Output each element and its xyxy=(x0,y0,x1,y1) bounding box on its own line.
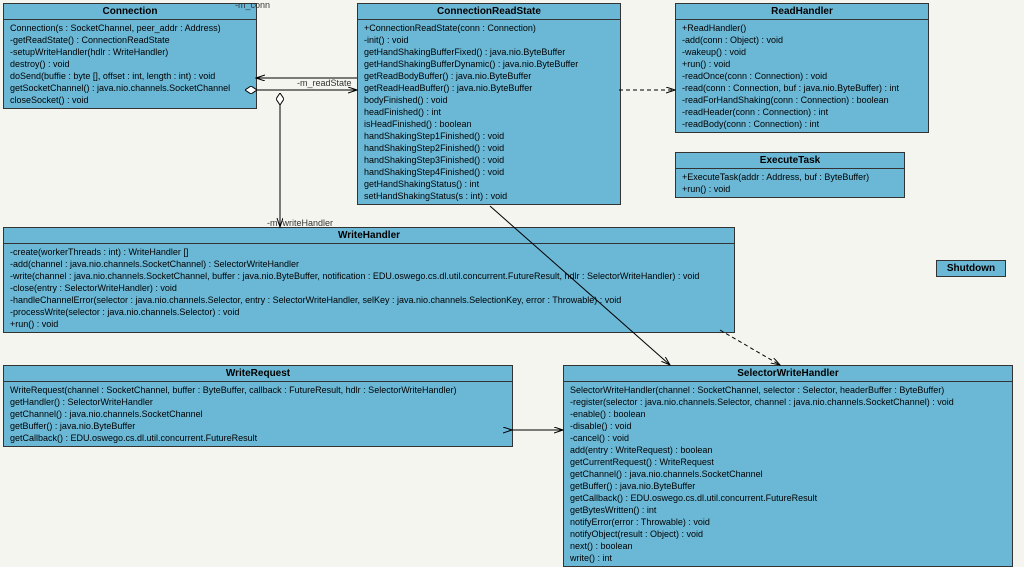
method: -readBody(conn : Connection) : int xyxy=(682,118,922,130)
method: SelectorWriteHandler(channel : SocketCha… xyxy=(570,384,1006,396)
class-body: +ExecuteTask(addr : Address, buf : ByteB… xyxy=(676,169,904,197)
method: -close(entry : SelectorWriteHandler) : v… xyxy=(10,282,728,294)
method: next() : boolean xyxy=(570,540,1006,552)
method: +ExecuteTask(addr : Address, buf : ByteB… xyxy=(682,171,898,183)
class-body: Connection(s : SocketChannel, peer_addr … xyxy=(4,20,256,108)
method: headFinished() : int xyxy=(364,106,614,118)
method: isHeadFinished() : boolean xyxy=(364,118,614,130)
method: add(entry : WriteRequest) : boolean xyxy=(570,444,1006,456)
method: +ConnectionReadState(conn : Connection) xyxy=(364,22,614,34)
class-body: -create(workerThreads : int) : WriteHand… xyxy=(4,244,734,332)
method: -setupWriteHandler(hdlr : WriteHandler) xyxy=(10,46,250,58)
method: -readForHandShaking(conn : Connection) :… xyxy=(682,94,922,106)
method: getCallback() : EDU.oswego.cs.dl.util.co… xyxy=(570,492,1006,504)
method: -wakeup() : void xyxy=(682,46,922,58)
method: -disable() : void xyxy=(570,420,1006,432)
method: -getReadState() : ConnectionReadState xyxy=(10,34,250,46)
method: bodyFinished() : void xyxy=(364,94,614,106)
class-connectionreadstate[interactable]: ConnectionReadState +ConnectionReadState… xyxy=(357,3,621,205)
method: +ReadHandler() xyxy=(682,22,922,34)
method: closeSocket() : void xyxy=(10,94,250,106)
method: destroy() : void xyxy=(10,58,250,70)
method: Connection(s : SocketChannel, peer_addr … xyxy=(10,22,250,34)
class-title: SelectorWriteHandler xyxy=(564,366,1012,382)
class-body: +ReadHandler() -add(conn : Object) : voi… xyxy=(676,20,928,132)
class-title: ReadHandler xyxy=(676,4,928,20)
method: handShakingStep1Finished() : void xyxy=(364,130,614,142)
class-title: ExecuteTask xyxy=(676,153,904,169)
method: getHandShakingStatus() : int xyxy=(364,178,614,190)
class-selectorwritehandler[interactable]: SelectorWriteHandler SelectorWriteHandle… xyxy=(563,365,1013,567)
method: doSend(buffie : byte [], offset : int, l… xyxy=(10,70,250,82)
method: -cancel() : void xyxy=(570,432,1006,444)
method: -readHeader(conn : Connection) : int xyxy=(682,106,922,118)
method: handShakingStep3Finished() : void xyxy=(364,154,614,166)
method: -processWrite(selector : java.nio.channe… xyxy=(10,306,728,318)
assoc-label-m-writehandler: -m_writeHandler xyxy=(267,218,333,228)
method: getBuffer() : java.nio.ByteBuffer xyxy=(570,480,1006,492)
method: -create(workerThreads : int) : WriteHand… xyxy=(10,246,728,258)
class-readhandler[interactable]: ReadHandler +ReadHandler() -add(conn : O… xyxy=(675,3,929,133)
class-title: Connection xyxy=(4,4,256,20)
method: -write(channel : java.nio.channels.Socke… xyxy=(10,270,728,282)
class-title: ConnectionReadState xyxy=(358,4,620,20)
class-title: WriteRequest xyxy=(4,366,512,382)
class-title: WriteHandler xyxy=(4,228,734,244)
method: handShakingStep4Finished() : void xyxy=(364,166,614,178)
class-shutdown[interactable]: Shutdown xyxy=(936,260,1006,277)
method: -register(selector : java.nio.channels.S… xyxy=(570,396,1006,408)
method: -add(channel : java.nio.channels.SocketC… xyxy=(10,258,728,270)
class-writerequest[interactable]: WriteRequest WriteRequest(channel : Sock… xyxy=(3,365,513,447)
class-body: +ConnectionReadState(conn : Connection) … xyxy=(358,20,620,204)
method: getCallback() : EDU.oswego.cs.dl.util.co… xyxy=(10,432,506,444)
method: -enable() : boolean xyxy=(570,408,1006,420)
assoc-label-m-readstate: -m_readState xyxy=(297,78,352,88)
method: getReadBodyBuffer() : java.nio.ByteBuffe… xyxy=(364,70,614,82)
method: +run() : void xyxy=(682,183,898,195)
assoc-label-m-conn: -m_conn xyxy=(235,0,270,10)
method: getHandShakingBufferFixed() : java.nio.B… xyxy=(364,46,614,58)
method: -add(conn : Object) : void xyxy=(682,34,922,46)
method: getBytesWritten() : int xyxy=(570,504,1006,516)
method: -handleChannelError(selector : java.nio.… xyxy=(10,294,728,306)
method: -readOnce(conn : Connection) : void xyxy=(682,70,922,82)
class-writehandler[interactable]: WriteHandler -create(workerThreads : int… xyxy=(3,227,735,333)
method: getReadHeadBuffer() : java.nio.ByteBuffe… xyxy=(364,82,614,94)
class-executetask[interactable]: ExecuteTask +ExecuteTask(addr : Address,… xyxy=(675,152,905,198)
method: notifyObject(result : Object) : void xyxy=(570,528,1006,540)
method: getSocketChannel() : java.nio.channels.S… xyxy=(10,82,250,94)
method: getHandShakingBufferDynamic() : java.nio… xyxy=(364,58,614,70)
method: getHandler() : SelectorWriteHandler xyxy=(10,396,506,408)
class-body: WriteRequest(channel : SocketChannel, bu… xyxy=(4,382,512,446)
method: WriteRequest(channel : SocketChannel, bu… xyxy=(10,384,506,396)
method: +run() : void xyxy=(10,318,728,330)
class-body: SelectorWriteHandler(channel : SocketCha… xyxy=(564,382,1012,566)
method: getChannel() : java.nio.channels.SocketC… xyxy=(570,468,1006,480)
method: getChannel() : java.nio.channels.SocketC… xyxy=(10,408,506,420)
method: getBuffer() : java.nio.ByteBuffer xyxy=(10,420,506,432)
method: write() : int xyxy=(570,552,1006,564)
method: -read(conn : Connection, buf : java.nio.… xyxy=(682,82,922,94)
method: -init() : void xyxy=(364,34,614,46)
method: getCurrentRequest() : WriteRequest xyxy=(570,456,1006,468)
method: setHandShakingStatus(s : int) : void xyxy=(364,190,614,202)
method: +run() : void xyxy=(682,58,922,70)
class-connection[interactable]: Connection Connection(s : SocketChannel,… xyxy=(3,3,257,109)
method: notifyError(error : Throwable) : void xyxy=(570,516,1006,528)
method: handShakingStep2Finished() : void xyxy=(364,142,614,154)
class-title: Shutdown xyxy=(937,261,1005,276)
